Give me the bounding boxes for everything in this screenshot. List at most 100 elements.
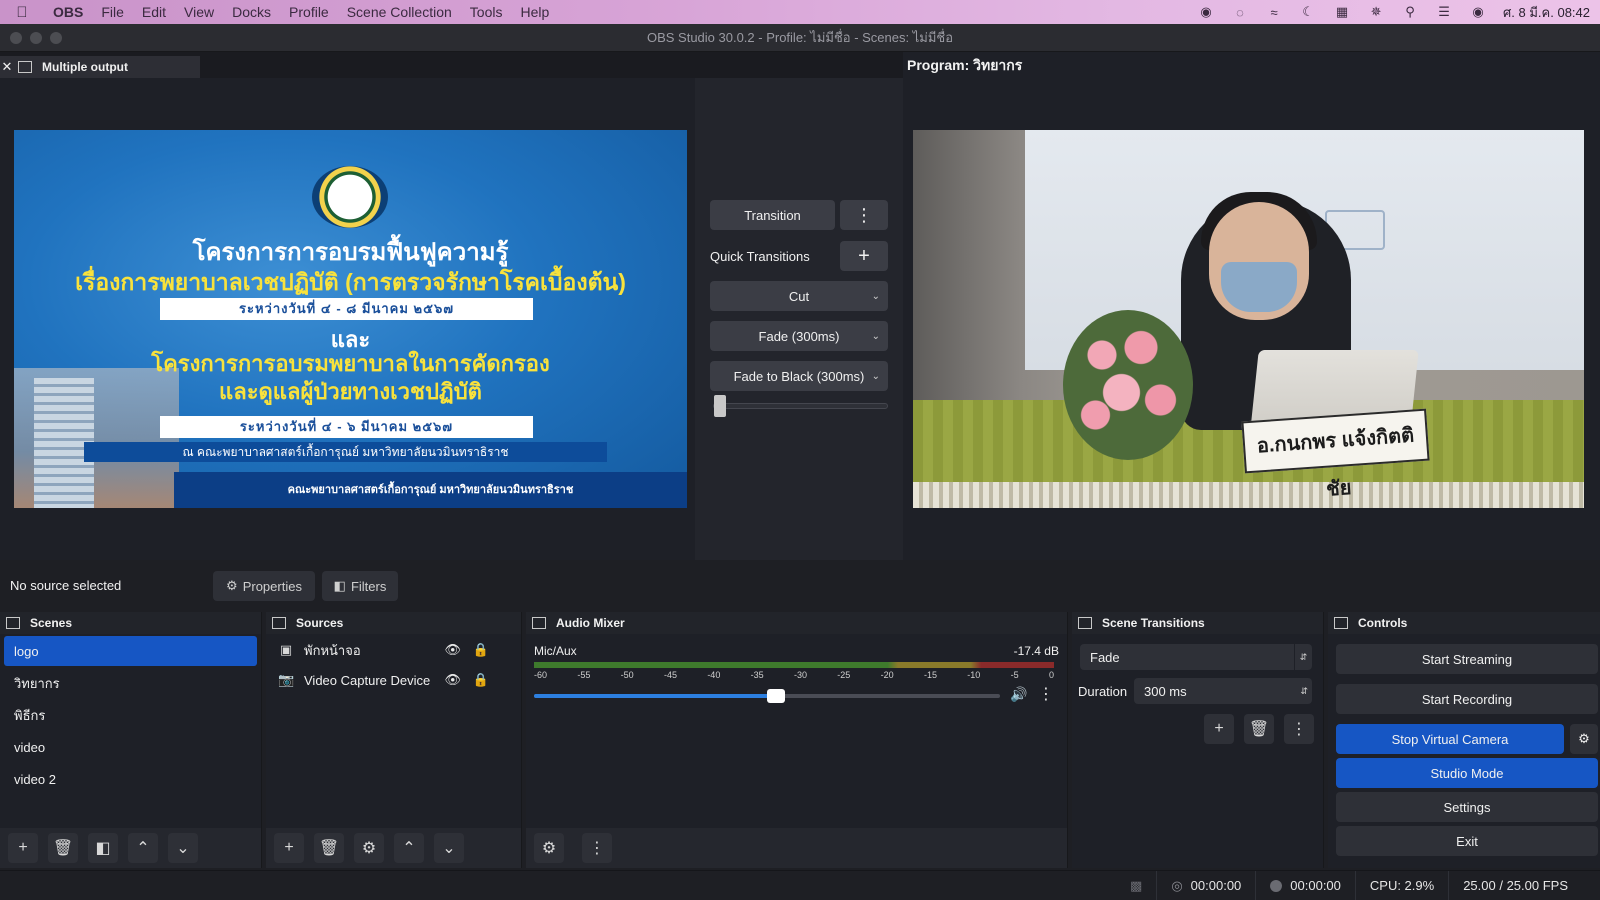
move-source-down-button[interactable]: ⌄ [434,833,464,863]
scene-transitions-dock: Scene Transitions Fade ⇵ Duration 300 ms… [1072,612,1324,868]
more-vertical-icon: ⋮ [1291,721,1307,738]
settings-button[interactable]: Settings [1336,792,1598,822]
up-down-arrows-icon: ⇵ [1294,644,1312,670]
close-window-button[interactable] [10,32,22,44]
chevron-down-icon: ⌄ [871,370,880,382]
menu-help[interactable]: Help [511,4,558,20]
virtual-camera-settings-button[interactable]: ⚙ [1570,724,1598,754]
move-scene-down-button[interactable]: ⌄ [168,833,198,863]
tbar-handle[interactable] [714,395,726,417]
audio-mixer-menu-button[interactable]: ⋮ [582,833,612,863]
add-scene-button[interactable]: + [8,833,38,863]
visibility-eye-icon[interactable]: 👁 [444,672,461,688]
program-canvas[interactable]: อ.กนกพร แจ้งกิตติชัย [913,130,1584,508]
mixer-channel-more-button[interactable]: ⋮ [1038,684,1054,704]
visibility-eye-icon[interactable]: 👁 [444,642,461,658]
status-bar: ▩ ◎ 00:00:00 00:00:00 CPU: 2.9% 25.00 / … [0,870,1600,900]
mixer-level-readout: -17.4 dB [1013,644,1059,658]
start-recording-button[interactable]: Start Recording [1336,684,1598,714]
minimize-window-button[interactable] [30,32,42,44]
menu-tools[interactable]: Tools [461,4,512,20]
controls-body: Start Streaming Start Recording Stop Vir… [1328,634,1600,868]
filter-icon: ◧ [333,578,346,593]
wifi-icon[interactable]: ≈ [1265,5,1283,20]
duration-spinbox[interactable]: 300 ms ⇵ [1134,678,1312,704]
preview-canvas[interactable]: โครงการการอบรมฟื้นฟูความรู้ เรื่องการพยา… [14,130,687,508]
quick-transition-cut[interactable]: Cut ⌄ [710,281,888,311]
chevron-up-icon: ⌃ [136,840,150,857]
move-source-up-button[interactable]: ⌃ [394,833,424,863]
multiple-output-tab[interactable]: ✕ Multiple output [0,56,200,78]
control-center-icon[interactable]: ☰ [1435,4,1453,19]
spotlight-search-icon[interactable]: ⚲ [1401,4,1419,19]
scene-item-speaker[interactable]: วิทยากร [4,668,257,698]
scene-item-video-2[interactable]: video 2 [4,764,257,794]
meter-tick-label: 0 [1048,670,1054,680]
stop-virtual-camera-button[interactable]: Stop Virtual Camera [1336,724,1564,754]
meter-tick-label: -25 [837,670,851,680]
plus-icon: + [1214,720,1224,737]
lock-icon[interactable]: 🔒 [473,672,489,688]
camera-icon: 📷 [278,672,295,687]
transition-more-button[interactable]: ⋮ [840,200,888,230]
moon-icon[interactable]: ☾ [1299,4,1317,19]
menu-scene-collection[interactable]: Scene Collection [338,4,461,20]
move-scene-up-button[interactable]: ⌃ [128,833,158,863]
start-streaming-button[interactable]: Start Streaming [1336,644,1598,674]
transition-type-select[interactable]: Fade ⇵ [1080,644,1312,670]
gears-icon: ⚙ [541,840,557,857]
source-item-video-capture[interactable]: 📷 Video Capture Device 👁 🔒 [266,666,521,694]
fps-label: 25.00 / 25.00 FPS [1463,878,1568,893]
obs-tray-icon[interactable]: ◉ [1197,4,1215,19]
volume-slider[interactable] [534,689,1000,703]
remove-source-button[interactable]: 🗑 [314,833,344,863]
source-item-screen-break[interactable]: ▣ พักหน้าจอ 👁 🔒 [266,636,521,664]
menu-file[interactable]: File [92,4,133,20]
lock-icon[interactable]: 🔒 [473,642,489,658]
source-properties-button[interactable]: ⚙ [354,833,384,863]
transition-properties-button[interactable]: ⋮ [1284,714,1314,744]
spin-arrows-icon[interactable]: ⇵ [1300,686,1308,697]
university-seal-logo [312,166,388,228]
remove-scene-button[interactable]: 🗑 [48,833,78,863]
gear-icon: ⚙ [1578,731,1590,746]
add-transition-button[interactable]: + [1204,714,1234,744]
add-source-button[interactable]: + [274,833,304,863]
siri-icon[interactable]: ◉ [1469,4,1487,19]
menu-docks[interactable]: Docks [223,4,280,20]
tray-app-icon[interactable]: ◌ [1231,5,1249,20]
menubar-datetime[interactable]: ศ. 8 มี.ค. 08:42 [1503,2,1590,23]
scene-item-video[interactable]: video [4,732,257,762]
scene-item-mc[interactable]: พิธีกร [4,700,257,730]
filters-button[interactable]: ◧ Filters [322,571,398,601]
quick-transition-fade-to-black[interactable]: Fade to Black (300ms) ⌄ [710,361,888,391]
remove-transition-button[interactable]: 🗑 [1244,714,1274,744]
menu-edit[interactable]: Edit [133,4,175,20]
speaker-mask-image [1221,262,1297,312]
volume-slider-handle[interactable] [767,689,786,703]
zoom-window-button[interactable] [50,32,62,44]
input-source-icon[interactable]: ▦ [1333,4,1351,19]
gear-icon: ⚙ [226,578,238,593]
add-quick-transition-button[interactable]: + [840,241,888,271]
bluetooth-icon[interactable]: ✵ [1367,4,1385,19]
banner-date2: ระหว่างวันที่ ๔ - ๖ มีนาคม ๒๕๖๗ [160,416,533,438]
studio-mode-button[interactable]: Studio Mode [1336,758,1598,788]
apple-icon[interactable]:  [0,4,44,21]
close-icon[interactable]: ✕ [0,59,14,75]
menu-app-obs[interactable]: OBS [44,4,92,20]
menu-profile[interactable]: Profile [280,4,338,20]
cpu-usage: CPU: 2.9% [1354,870,1448,900]
transition-pane [695,78,903,560]
scene-item-logo[interactable]: logo [4,636,257,666]
properties-button[interactable]: ⚙ Properties [213,571,315,601]
transition-tbar[interactable] [713,395,888,417]
advanced-audio-properties-button[interactable]: ⚙ [534,833,564,863]
exit-button[interactable]: Exit [1336,826,1598,856]
speaker-mute-icon[interactable]: 🔊 [1010,686,1027,703]
transition-button[interactable]: Transition [710,200,835,230]
menu-view[interactable]: View [175,4,223,20]
quick-transition-fade[interactable]: Fade (300ms) ⌄ [710,321,888,351]
scene-filters-button[interactable]: ◧ [88,833,118,863]
source-label: พักหน้าจอ [304,642,361,658]
